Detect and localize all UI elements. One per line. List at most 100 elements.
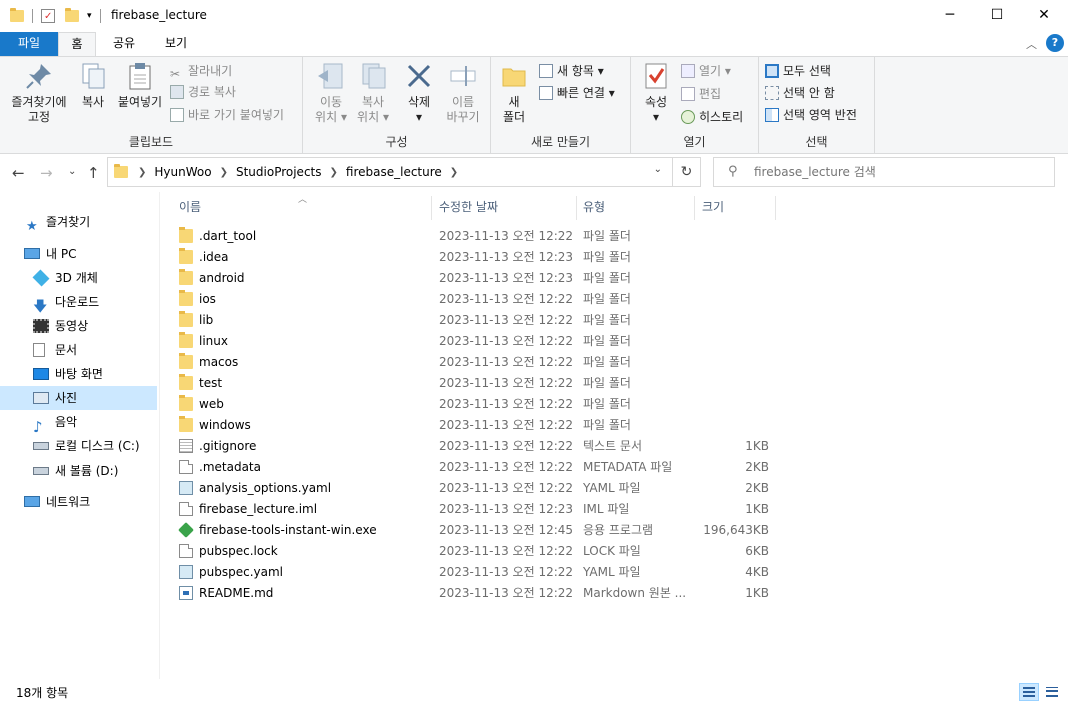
file-name: linux bbox=[199, 334, 228, 348]
file-row[interactable]: web 2023-11-13 오전 12:22 파일 폴더 bbox=[173, 394, 773, 415]
file-row[interactable]: .dart_tool 2023-11-13 오전 12:22 파일 폴더 bbox=[173, 226, 773, 247]
file-type: 파일 폴더 bbox=[583, 250, 631, 264]
address-bar[interactable]: ❯ HyunWoo ❯ StudioProjects ❯ firebase_le… bbox=[107, 157, 673, 187]
easy-access-label: 빠른 연결 bbox=[557, 86, 605, 100]
breadcrumb-firebase-lecture[interactable]: firebase_lecture bbox=[346, 165, 442, 179]
select-all-button[interactable]: 모두 선택 bbox=[765, 61, 831, 81]
file-row[interactable]: .gitignore 2023-11-13 오전 12:22 텍스트 문서 1KB bbox=[173, 436, 773, 457]
back-arrow-icon[interactable]: ← bbox=[12, 164, 25, 182]
file-row[interactable]: .metadata 2023-11-13 오전 12:22 METADATA 파일 2… bbox=[173, 457, 773, 478]
chevron-right-icon[interactable]: ❯ bbox=[330, 167, 338, 178]
search-box[interactable]: ⚲ bbox=[713, 157, 1055, 187]
file-date: 2023-11-13 오전 12:22 bbox=[439, 334, 574, 348]
properties-button[interactable]: 속성 ▾ bbox=[639, 61, 673, 125]
file-row[interactable]: ios 2023-11-13 오전 12:22 파일 폴더 bbox=[173, 289, 773, 310]
column-header-name[interactable]: 이름 bbox=[173, 196, 432, 220]
minimize-button[interactable]: ─ bbox=[927, 0, 973, 30]
column-header-size[interactable]: 크기 bbox=[696, 196, 776, 220]
sidebar-item-network[interactable]: 네트워크 bbox=[0, 490, 157, 514]
sidebar-item-quick-access[interactable]: ★ 즐겨찾기 bbox=[0, 210, 157, 234]
tab-home[interactable]: 홈 bbox=[58, 32, 96, 56]
chevron-right-icon[interactable]: ❯ bbox=[138, 167, 146, 178]
chevron-right-icon[interactable]: ❯ bbox=[220, 167, 228, 178]
copy-button[interactable]: 복사 bbox=[76, 61, 110, 110]
file-row[interactable]: test 2023-11-13 오전 12:22 파일 폴더 bbox=[173, 373, 773, 394]
scissors-icon: ✂ bbox=[170, 66, 181, 81]
column-header-type[interactable]: 유형 bbox=[577, 196, 695, 220]
tab-file[interactable]: 파일 bbox=[0, 32, 58, 56]
breadcrumb-studioprojects[interactable]: StudioProjects bbox=[236, 165, 322, 179]
forward-arrow-icon[interactable]: → bbox=[40, 164, 53, 182]
rename-icon bbox=[448, 61, 478, 91]
file-row[interactable]: firebase-tools-instant-win.exe 2023-11-13… bbox=[173, 520, 773, 541]
move-to-button[interactable]: 이동 위치 ▾ bbox=[311, 61, 351, 125]
sidebar-item-volume-d[interactable]: 새 볼륨 (D:) bbox=[0, 459, 157, 483]
new-item-button[interactable]: 새 항목 ▾ bbox=[539, 61, 604, 81]
file-date: 2023-11-13 오전 12:23 bbox=[439, 271, 574, 285]
file-row[interactable]: README.md 2023-11-13 오전 12:22 Markdown 원본 … bbox=[173, 583, 773, 604]
chevron-right-icon[interactable]: ❯ bbox=[450, 167, 458, 178]
select-none-button[interactable]: 선택 안 함 bbox=[765, 83, 835, 103]
sidebar-item-documents[interactable]: 문서 bbox=[0, 338, 157, 362]
easy-access-button[interactable]: 빠른 연결 ▾ bbox=[539, 83, 615, 103]
sidebar-item-label: 동영상 bbox=[55, 319, 89, 333]
file-row[interactable]: .idea 2023-11-13 오전 12:23 파일 폴더 bbox=[173, 247, 773, 268]
file-row[interactable]: pubspec.yaml 2023-11-13 오전 12:22 YAML 파일 4K… bbox=[173, 562, 773, 583]
history-button[interactable]: 히스토리 bbox=[681, 107, 743, 127]
sidebar-item-pictures[interactable]: 사진 bbox=[0, 386, 157, 410]
delete-button[interactable]: 삭제 ▾ bbox=[401, 61, 437, 125]
help-button[interactable]: ? bbox=[1046, 34, 1064, 52]
file-row[interactable]: linux 2023-11-13 오전 12:22 파일 폴더 bbox=[173, 331, 773, 352]
window-title: firebase_lecture bbox=[111, 8, 207, 22]
copy-path-button[interactable]: 경로 복사 bbox=[170, 82, 236, 102]
edit-button[interactable]: 편집 bbox=[681, 84, 721, 104]
sidebar-item-music[interactable]: ♪ 음악 bbox=[0, 410, 157, 436]
customize-toolbar-icon[interactable]: ▾ bbox=[87, 11, 92, 21]
maximize-button[interactable]: ☐ bbox=[974, 0, 1020, 30]
file-name: .gitignore bbox=[199, 439, 257, 453]
file-row[interactable]: pubspec.lock 2023-11-13 오전 12:22 LOCK 파일 6K… bbox=[173, 541, 773, 562]
new-folder-icon[interactable] bbox=[65, 8, 79, 22]
tab-share[interactable]: 공유 bbox=[104, 32, 144, 56]
invert-selection-button[interactable]: 선택 영역 반전 bbox=[765, 105, 857, 125]
move-to-label: 이동 bbox=[319, 95, 343, 109]
file-row[interactable]: android 2023-11-13 오전 12:23 파일 폴더 bbox=[173, 268, 773, 289]
sidebar-item-local-disk-c[interactable]: 로컬 디스크 (C:) bbox=[0, 434, 157, 458]
breadcrumb-hyunwoo[interactable]: HyunWoo bbox=[154, 165, 211, 179]
file-row[interactable]: analysis_options.yaml 2023-11-13 오전 12:22… bbox=[173, 478, 773, 499]
large-icons-view-button[interactable] bbox=[1042, 683, 1062, 701]
file-row[interactable]: lib 2023-11-13 오전 12:22 파일 폴더 bbox=[173, 310, 773, 331]
refresh-button[interactable]: ↻ bbox=[673, 157, 701, 187]
recent-locations-icon[interactable]: ⌄ bbox=[68, 166, 76, 177]
rename-button[interactable]: 이름 바꾸기 bbox=[441, 61, 485, 125]
copy-icon bbox=[78, 61, 108, 91]
properties-icon[interactable]: ✓ bbox=[41, 9, 55, 23]
clipboard-group: 즐겨찾기에 고정 복사 붙여넣기 ✂ 잘라내기 경로 복사 바로 가기 붙여넣기 … bbox=[0, 57, 303, 153]
tab-view[interactable]: 보기 bbox=[152, 32, 200, 56]
column-header-date[interactable]: 수정한 날짜 bbox=[433, 196, 577, 220]
sidebar-item-this-pc[interactable]: 내 PC bbox=[0, 242, 157, 266]
file-row[interactable]: macos 2023-11-13 오전 12:22 파일 폴더 bbox=[173, 352, 773, 373]
invert-selection-icon bbox=[765, 107, 779, 122]
collapse-ribbon-icon[interactable]: ︿ bbox=[1026, 36, 1037, 52]
close-button[interactable]: ✕ bbox=[1021, 0, 1067, 30]
new-folder-button[interactable]: 새 폴더 bbox=[497, 61, 531, 125]
sidebar-item-3d-objects[interactable]: 3D 개체 bbox=[0, 266, 157, 290]
open-button[interactable]: 열기 ▾ bbox=[681, 61, 731, 81]
paste-shortcut-button[interactable]: 바로 가기 붙여넣기 bbox=[170, 105, 284, 125]
paste-button[interactable]: 붙여넣기 bbox=[114, 61, 166, 110]
file-row[interactable]: firebase_lecture.iml 2023-11-13 오전 12:23 I… bbox=[173, 499, 773, 520]
up-arrow-icon[interactable]: ↑ bbox=[87, 164, 100, 182]
search-input[interactable] bbox=[754, 163, 1044, 181]
folder-icon bbox=[499, 61, 529, 91]
copy-to-button[interactable]: 복사 위치 ▾ bbox=[353, 61, 393, 125]
details-view-button[interactable] bbox=[1019, 683, 1039, 701]
address-dropdown-icon[interactable]: ⌄ bbox=[654, 164, 662, 175]
pin-quick-access-button[interactable]: 즐겨찾기에 고정 bbox=[6, 61, 72, 125]
sidebar-item-desktop[interactable]: 바탕 화면 bbox=[0, 362, 157, 386]
file-row[interactable]: windows 2023-11-13 오전 12:22 파일 폴더 bbox=[173, 415, 773, 436]
sidebar-item-videos[interactable]: 동영상 bbox=[0, 314, 157, 338]
cut-button[interactable]: ✂ 잘라내기 bbox=[170, 61, 232, 81]
new-folder-label: 새 bbox=[508, 95, 520, 109]
sidebar-item-downloads[interactable]: 🡇 다운로드 bbox=[0, 290, 157, 315]
